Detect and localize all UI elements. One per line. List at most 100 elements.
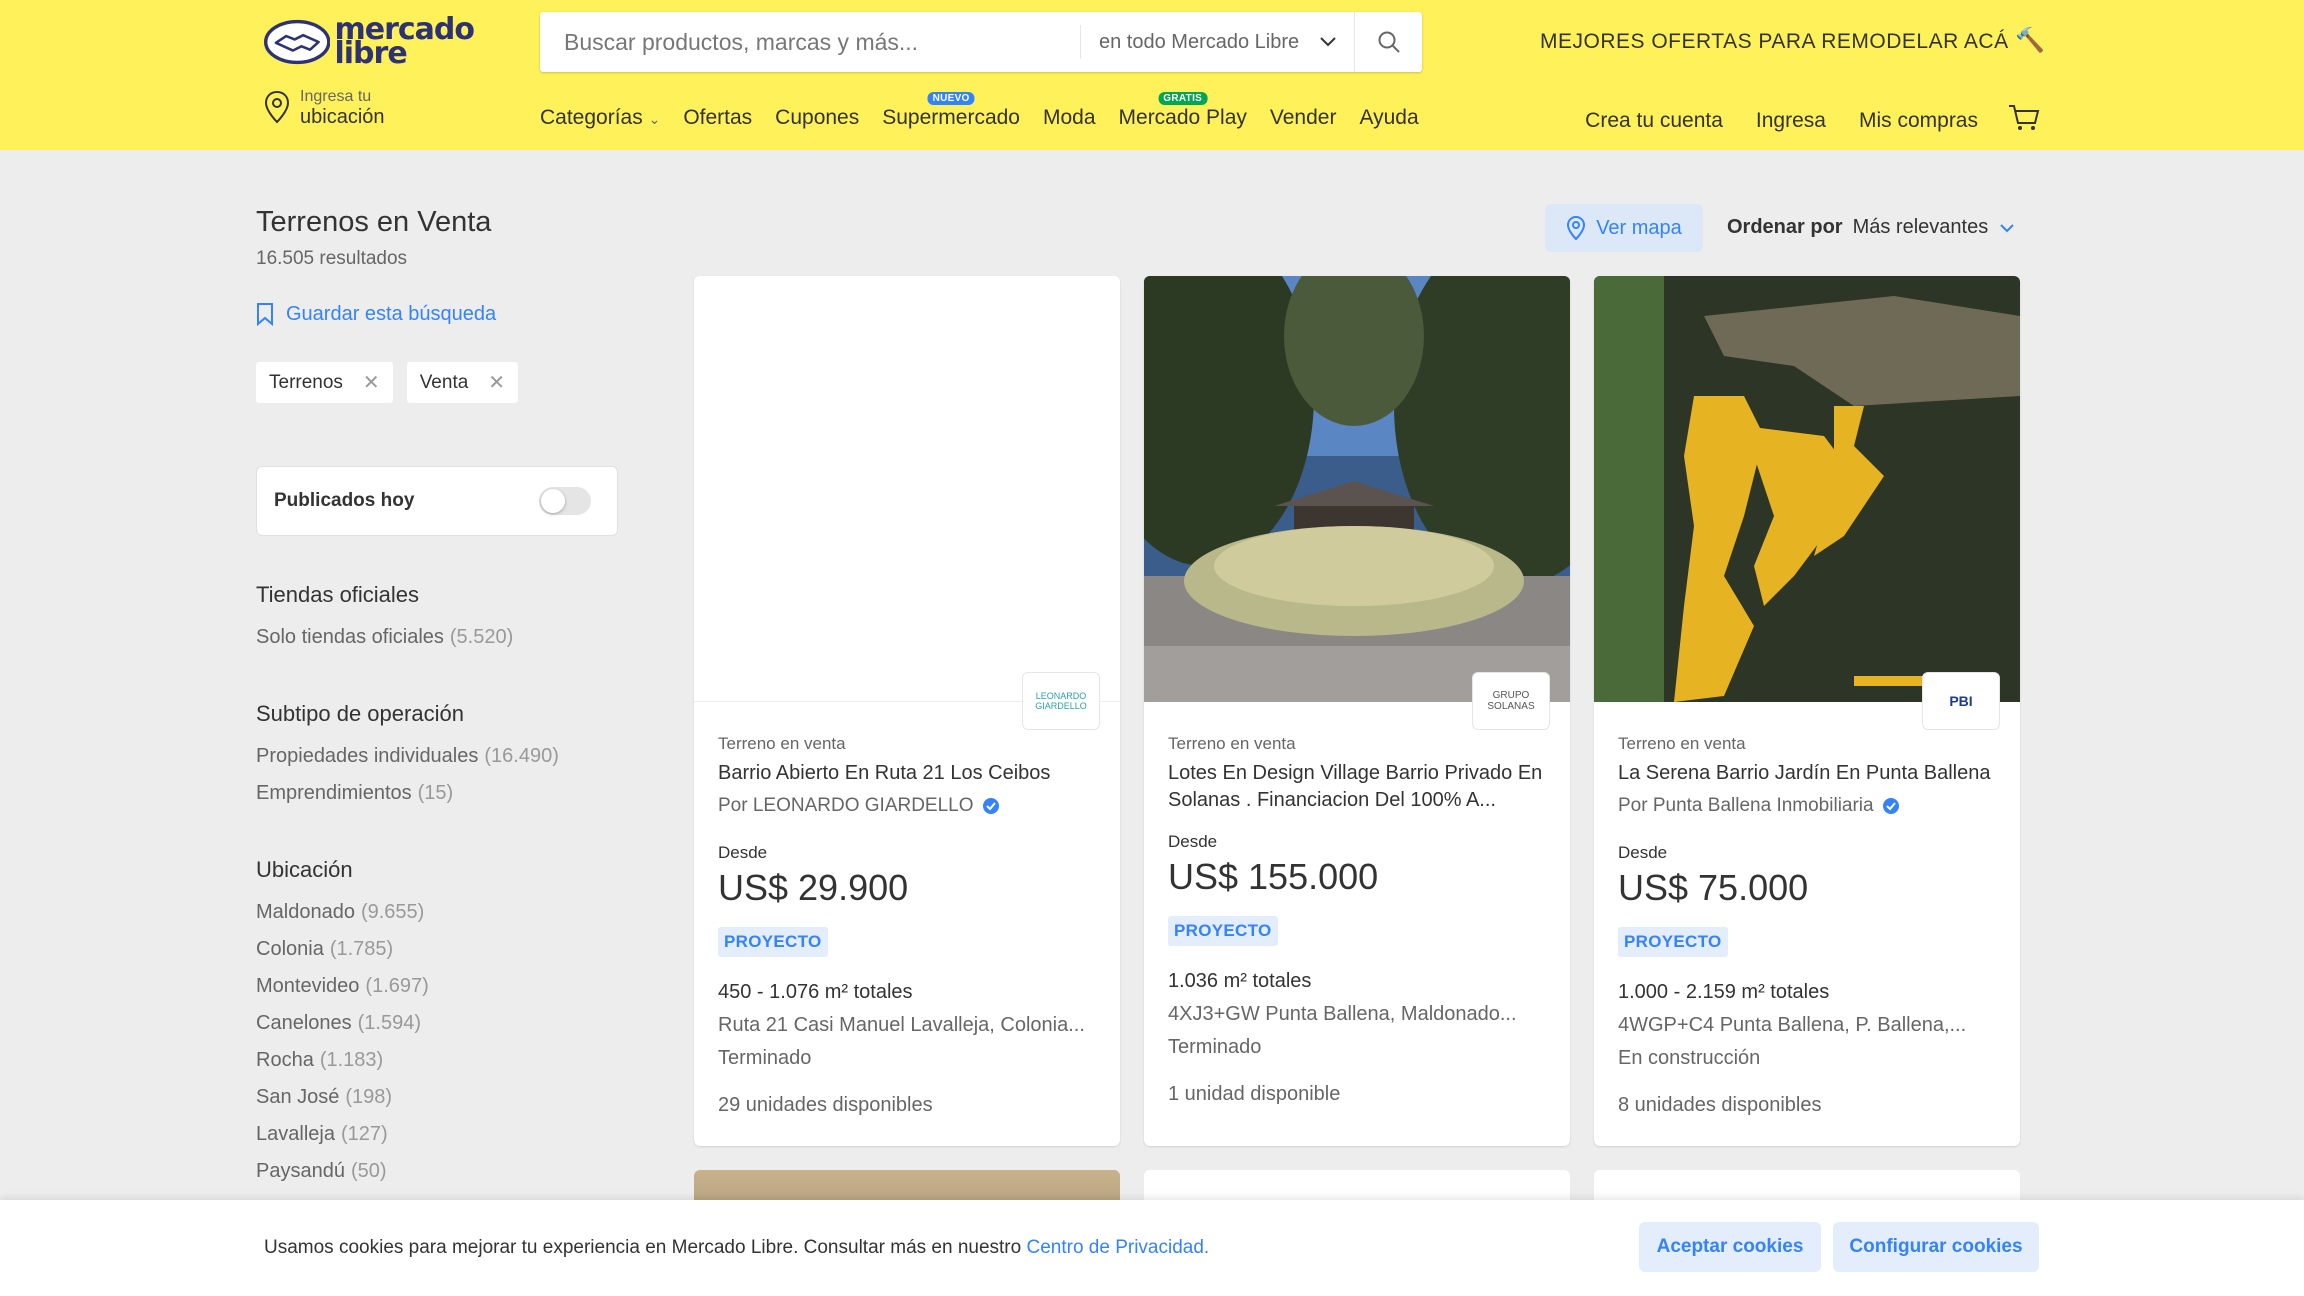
privacy-center-link[interactable]: Centro de Privacidad. [1026,1237,1209,1258]
page-title: Terrenos en Venta [256,206,492,238]
nav-label: Moda [1042,106,1096,129]
location-pin-icon [264,90,290,124]
close-icon[interactable]: ✕ [363,370,380,395]
facet-option[interactable]: Lavalleja (127) [256,1123,429,1160]
nav-supermercado[interactable]: NUEVO Supermercado [882,92,1020,130]
facet-option[interactable]: San José (198) [256,1086,429,1123]
accept-cookies-button[interactable]: Aceptar cookies [1639,1222,1821,1272]
facet-option[interactable]: Solo tiendas oficiales (5.520) [256,626,513,663]
facet-location: Ubicación Maldonado (9.655) Colonia (1.785… [256,857,429,1197]
facet-option-count: (15) [417,782,454,804]
listing-image[interactable] [694,276,1120,702]
facet-option[interactable]: Canelones (1.594) [256,1012,429,1049]
filter-chip-venta[interactable]: Venta ✕ [406,362,519,403]
sort-select[interactable]: Más relevantes [1853,216,2014,239]
price-prefix: Desde [718,843,768,862]
facet-option-count: (198) [345,1086,393,1108]
facet-option-count: (1.183) [319,1049,384,1071]
nav-categorias[interactable]: Categorías ⌄ [540,106,660,130]
price-prefix: Desde [1618,843,1668,862]
filter-chip-terrenos[interactable]: Terrenos ✕ [256,362,393,403]
main-nav: Categorías ⌄ Ofertas Cupones NUEVO Super… [540,92,1442,130]
nav-label: Vender [1269,106,1337,129]
nav-ofertas[interactable]: Ofertas [683,106,752,130]
listing-address: Ruta 21 Casi Manuel Lavalleja, Colonia..… [718,1014,1085,1036]
published-today-toggle[interactable] [539,487,591,515]
seller-logo: PBI [1922,672,2000,730]
user-nav: Crea tu cuenta Ingresa Mis compras [1552,104,2040,138]
nav-moda[interactable]: Moda [1043,106,1096,130]
facet-option[interactable]: Paysandú (50) [256,1160,429,1197]
listing-units: 1 unidad disponible [1168,1083,1341,1105]
sort-label: Ordenar por [1727,216,1843,238]
seller-logo-text: GRUPO SOLANAS [1487,690,1535,712]
cart-button[interactable] [2008,104,2040,138]
facet-option-label: Maldonado [256,901,355,923]
listing-title[interactable]: La Serena Barrio Jardín En Punta Ballena [1618,760,2000,787]
aerial-lots-map-photo [1594,276,2020,702]
facet-option[interactable]: Propiedades individuales (16.490) [256,745,559,782]
facet-option-label: San José [256,1086,340,1108]
search-button[interactable] [1354,12,1422,72]
nav-badge-new: NUEVO [927,92,975,105]
facet-option-count: (50) [350,1160,387,1182]
nav-label: Mercado Play [1118,106,1247,129]
chip-label: Terrenos [269,371,343,393]
nav-mercado-play[interactable]: GRATIS Mercado Play [1118,92,1247,130]
results-count: 16.505 resultados [256,248,408,269]
cookie-text: Usamos cookies para mejorar tu experienc… [264,1237,1022,1258]
listing-card[interactable]: GRUPO SOLANAS Terreno en venta Lotes En … [1144,276,1570,1146]
listing-card[interactable]: PBI Terreno en venta La Serena Barrio Ja… [1594,276,2020,1146]
facet-option-label: Emprendimientos [256,782,412,804]
nav-ayuda[interactable]: Ayuda [1359,106,1418,130]
listing-title[interactable]: Lotes En Design Village Barrio Privado E… [1168,760,1550,814]
listing-title[interactable]: Barrio Abierto En Ruta 21 Los Ceibos [718,760,1100,787]
published-today-filter: Publicados hoy [256,466,618,536]
listing-area: 1.000 - 2.159 m² totales [1618,981,1830,1003]
map-button-label: Ver mapa [1596,216,1682,239]
save-search-link[interactable]: Guardar esta búsqueda [256,302,496,326]
facet-option[interactable]: Rocha (1.183) [256,1049,429,1086]
project-tag: PROYECTO [718,927,828,957]
listing-units: 8 unidades disponibles [1618,1094,1822,1116]
listing-address: 4XJ3+GW Punta Ballena, Maldonado... [1168,1003,1517,1025]
create-account-link[interactable]: Crea tu cuenta [1585,109,1723,133]
facet-option[interactable]: Emprendimientos (15) [256,782,559,819]
bookmark-icon [257,303,273,326]
facet-option[interactable]: Maldonado (9.655) [256,901,429,938]
facet-title: Tiendas oficiales [256,582,420,607]
handshake-logo-icon [264,19,331,65]
facet-option-count: (1.697) [365,975,429,997]
facet-option-label: Lavalleja [256,1123,335,1145]
facet-option-count: (1.785) [329,938,394,960]
promo-banner-link[interactable]: MEJORES OFERTAS PARA REMODELAR ACÁ 🔨 [1540,26,2045,55]
search-input[interactable] [540,12,1080,72]
search-scope-select[interactable]: en todo Mercado Libre [1080,25,1354,59]
facet-option-count: (1.594) [357,1012,421,1034]
cookie-banner: Usamos cookies para mejorar tu experienc… [0,1200,2304,1296]
listing-image[interactable] [1594,276,2020,702]
configure-cookies-button[interactable]: Configurar cookies [1833,1222,2039,1272]
login-link[interactable]: Ingresa [1756,109,1826,133]
mercadolibre-logo[interactable]: mercado libre [264,14,475,70]
listing-type: Terreno en venta [1168,734,1296,753]
seller-name: Por LEONARDO GIARDELLO [718,795,974,816]
sort-control: Ordenar por Más relevantes [1727,216,2014,239]
seller-logo-text: LEONARDO GIARDELLO [1035,691,1087,711]
listing-image[interactable] [1144,276,1570,702]
nav-vender[interactable]: Vender [1270,106,1337,130]
listing-card[interactable]: LEONARDO GIARDELLO Terreno en venta Barr… [694,276,1120,1146]
close-icon[interactable]: ✕ [488,370,505,395]
project-tag: PROYECTO [1168,916,1278,946]
nav-cupones[interactable]: Cupones [775,106,859,130]
location-selector[interactable]: Ingresa tu ubicación [264,88,385,128]
facet-option-label: Propiedades individuales [256,745,479,767]
location-label: Ingresa tu [300,88,372,105]
facet-option-label: Canelones [256,1012,352,1034]
location-pin-icon [1567,215,1586,241]
seller-logo-text: PBI [1949,693,1973,709]
view-map-button[interactable]: Ver mapa [1545,204,1703,252]
my-purchases-link[interactable]: Mis compras [1859,109,1978,133]
facet-option[interactable]: Colonia (1.785) [256,938,429,975]
facet-option[interactable]: Montevideo (1.697) [256,975,429,1012]
